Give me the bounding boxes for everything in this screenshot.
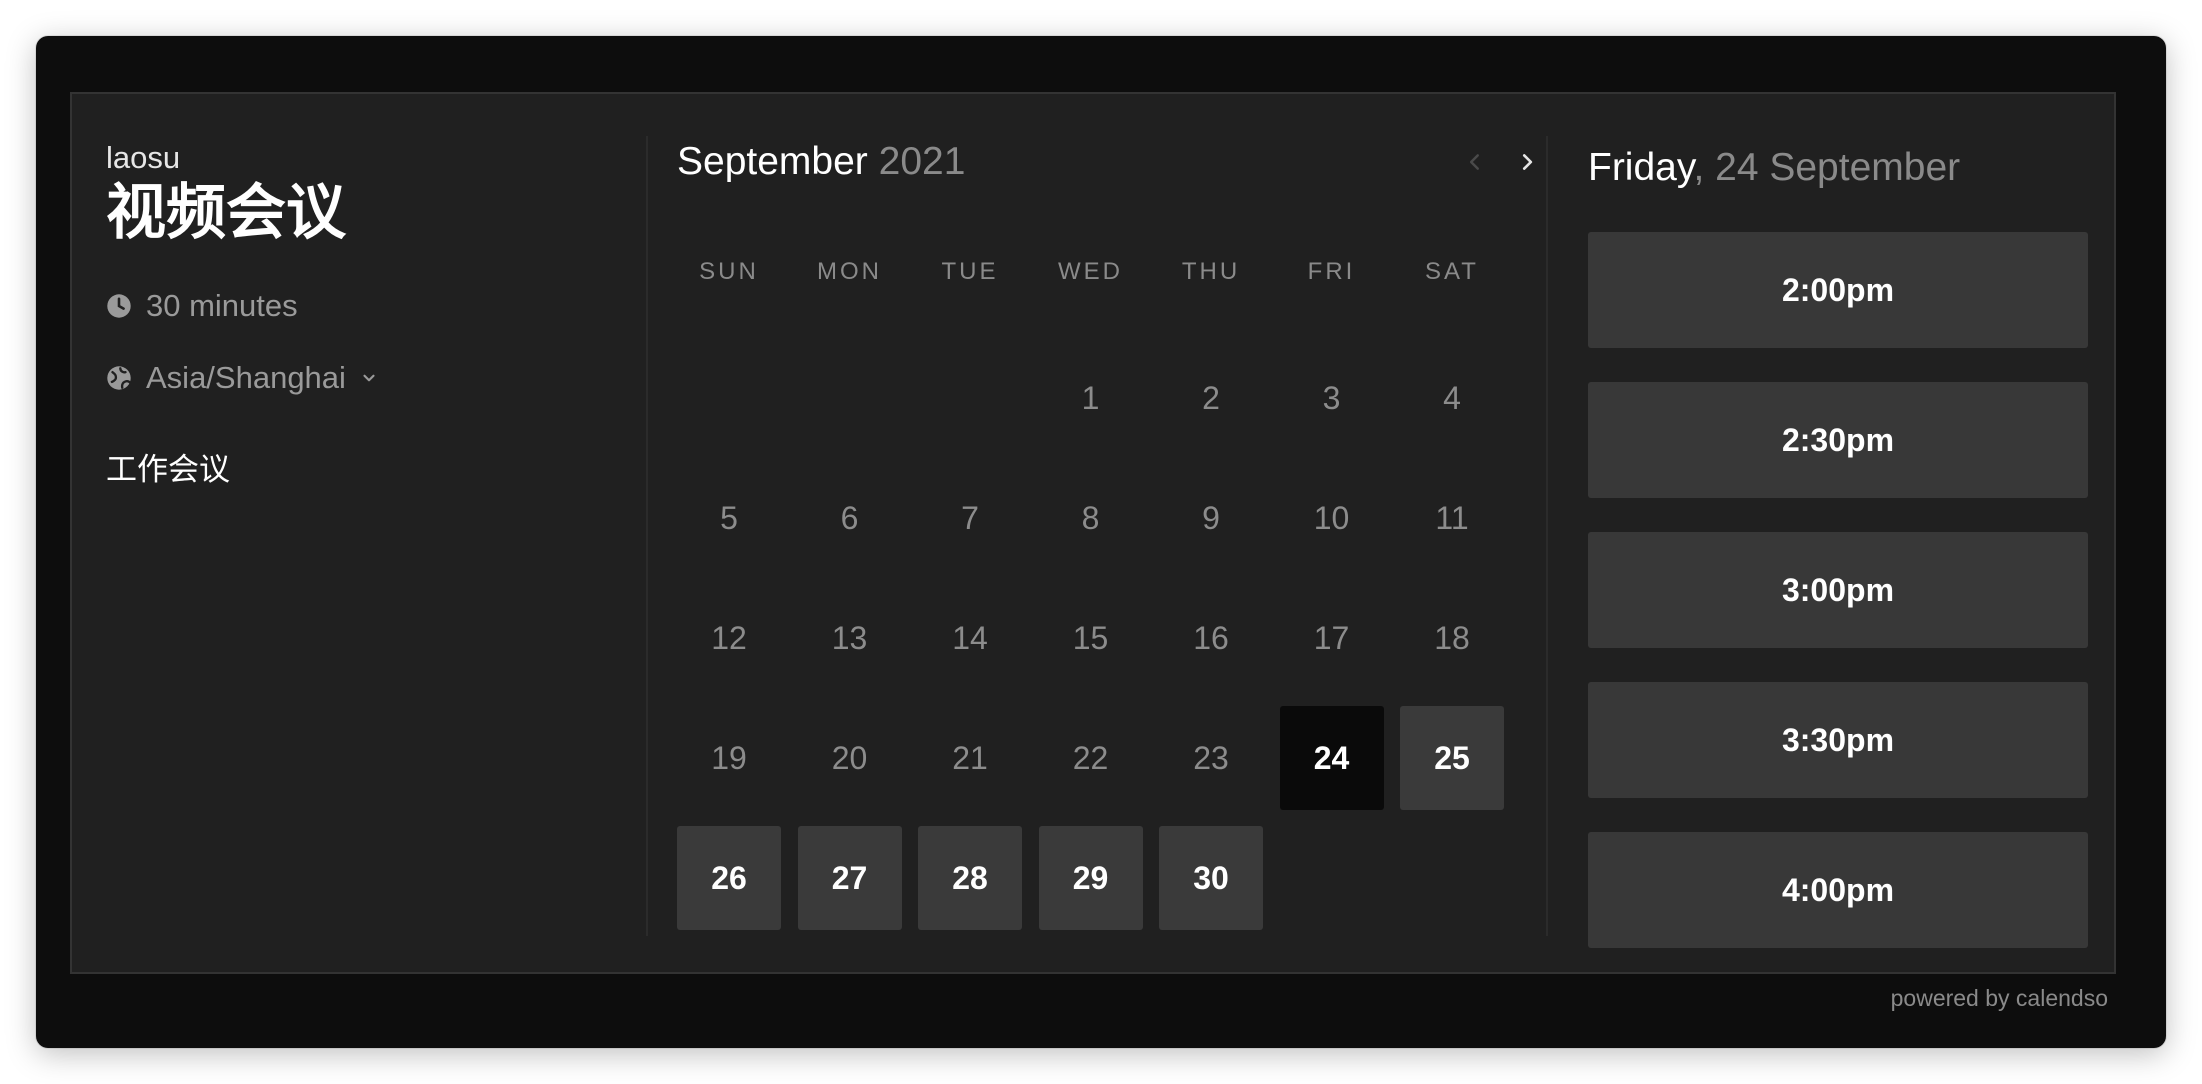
weekday-label: TUE (941, 258, 999, 285)
calendar-day: 17 (1313, 619, 1350, 656)
time-slot-button[interactable]: 3:00pm (1588, 532, 2088, 648)
days-grid: 1 2 3 4 5 6 7 8 9 10 11 12 13 14 15 16 17 18 19 20 21 22 23 24 2… (677, 346, 1504, 930)
event-title: 视频会议 (106, 179, 346, 246)
calendar-day: 18 (1434, 619, 1470, 656)
calendar-day: 6 (840, 499, 859, 536)
calendar-day: 12 (711, 619, 747, 656)
weekday-label: MON (817, 258, 882, 285)
chevron-down-icon (363, 374, 375, 382)
duration-text: 30 minutes (146, 288, 298, 323)
clock-icon (107, 294, 131, 318)
calendar-day[interactable]: 27 (797, 826, 902, 930)
empty-day-cell (918, 346, 1022, 450)
weekday-label: SUN (699, 258, 759, 285)
event-info: laosu 视频会议 30 minutes Asia/Shanghai 工作会议 (106, 140, 626, 489)
month-label: September 2021 (677, 140, 965, 184)
calendar: September 2021 SUN MON TUE WED THU FRI S… (677, 136, 1533, 930)
calendar-day[interactable]: 25 (1400, 706, 1504, 810)
calendar-day: 20 (831, 739, 868, 776)
weekday-label: THU (1181, 258, 1241, 285)
calendar-day: 1 (1081, 379, 1100, 416)
calendar-day: 4 (1443, 379, 1461, 416)
calendar-day: 15 (1072, 619, 1109, 656)
calendar-day: 22 (1072, 739, 1109, 776)
calendar-day[interactable]: 30 (1159, 826, 1263, 930)
booking-card: laosu 视频会议 30 minutes Asia/Shanghai 工作会议… (70, 92, 2116, 974)
calendar-day[interactable]: 28 (918, 826, 1022, 930)
selected-date: , 24 September (1693, 146, 1961, 189)
calendar-day-selected[interactable]: 24 (1279, 706, 1384, 810)
calendar-day: 7 (961, 499, 979, 536)
calendar-day: 11 (1435, 499, 1469, 536)
right-divider (1546, 136, 1548, 936)
powered-by-link[interactable]: powered by calendso (1891, 985, 2108, 1012)
left-divider (646, 136, 648, 936)
calendar-day: 14 (952, 619, 988, 656)
timezone-text: Asia/Shanghai (146, 360, 346, 395)
calendar-day: 3 (1322, 379, 1341, 416)
time-slot-button[interactable]: 2:30pm (1588, 382, 2088, 498)
empty-day-cell (677, 346, 781, 450)
booking-window: laosu 视频会议 30 minutes Asia/Shanghai 工作会议… (36, 36, 2166, 1048)
calendar-day[interactable]: 29 (1038, 826, 1143, 930)
calendar-header: September 2021 (677, 136, 1533, 196)
chevron-left-icon (1469, 154, 1479, 170)
year-label: 2021 (878, 140, 966, 183)
calendar-day: 9 (1202, 499, 1220, 536)
chevron-right-icon (1522, 154, 1533, 170)
calendar-day[interactable]: 26 (677, 826, 781, 930)
calendar-day: 19 (711, 739, 747, 776)
selected-date-heading: Friday, 24 September (1588, 138, 2088, 198)
time-slot-button[interactable]: 3:30pm (1588, 682, 2088, 798)
weekday-label: FRI (1307, 258, 1356, 285)
month-name: September (677, 140, 868, 183)
weekday-label: WED (1058, 258, 1123, 285)
calendar-day: 2 (1202, 379, 1220, 416)
calendar-day: 10 (1313, 499, 1350, 536)
calendar-day: 5 (720, 499, 738, 536)
calendar-day: 21 (952, 739, 988, 776)
next-month-button[interactable] (1509, 144, 1545, 180)
calendar-day: 8 (1081, 499, 1100, 536)
slot-list: 2:00pm 2:30pm 3:00pm 3:30pm 4:00pm (1588, 232, 2088, 948)
calendar-day: 16 (1193, 619, 1229, 656)
event-owner: laosu (106, 140, 181, 175)
prev-month-button[interactable] (1457, 144, 1493, 180)
timezone-selector[interactable]: Asia/Shanghai (106, 356, 626, 400)
time-slots-panel: Friday, 24 September 2:00pm 2:30pm 3:00p… (1588, 136, 2088, 948)
calendar-day: 23 (1193, 739, 1229, 776)
weekday-header: SUN MON TUE WED THU FRI SAT (677, 258, 1504, 286)
duration-row: 30 minutes (106, 284, 626, 328)
time-slot-button[interactable]: 4:00pm (1588, 832, 2088, 948)
selected-weekday: Friday (1588, 146, 1694, 189)
calendar-day: 13 (831, 619, 868, 656)
time-slot-button[interactable]: 2:00pm (1588, 232, 2088, 348)
weekday-label: SAT (1425, 258, 1479, 285)
globe-icon (107, 366, 132, 390)
event-description: 工作会议 (106, 452, 230, 487)
empty-day-cell (798, 346, 902, 450)
